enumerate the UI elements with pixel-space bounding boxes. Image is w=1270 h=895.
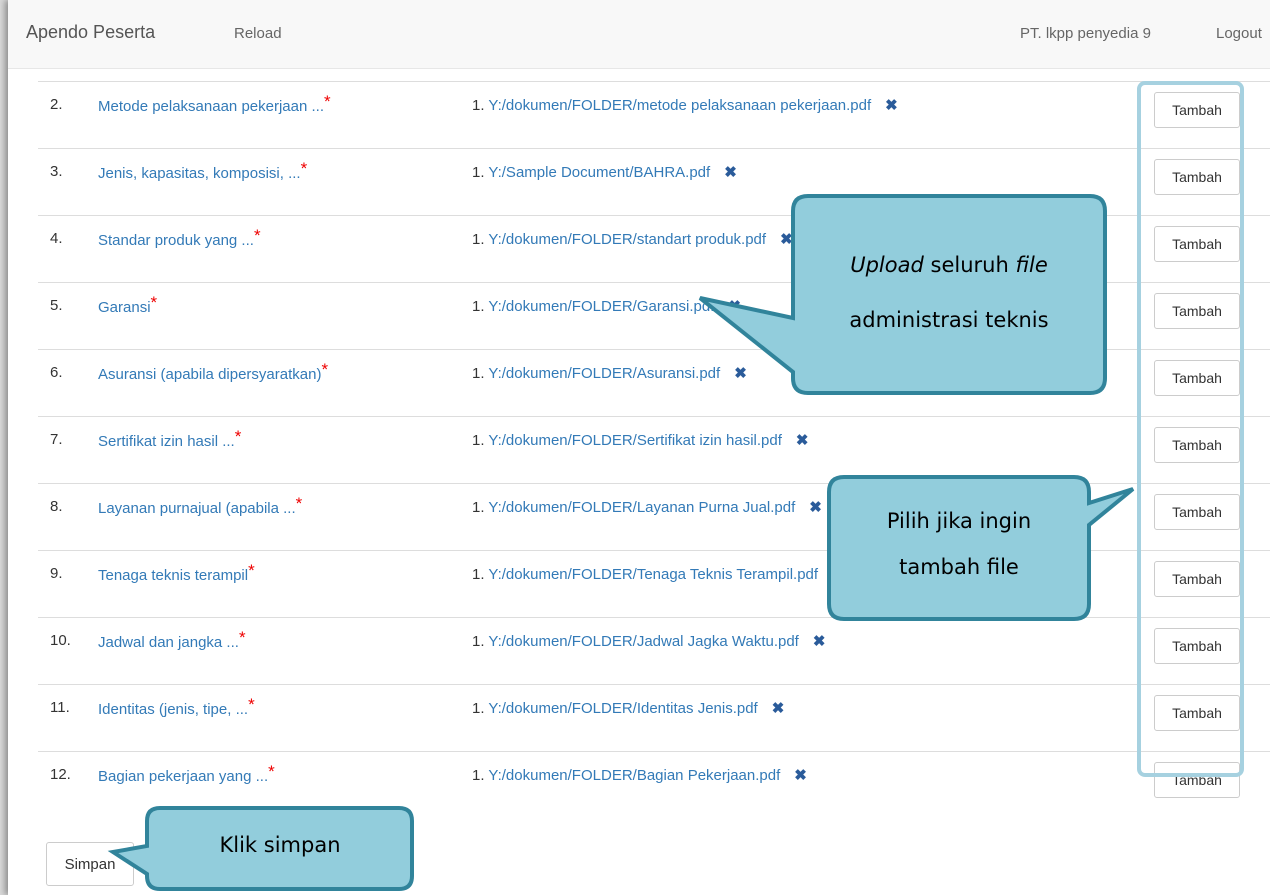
callout-upload-text: Upload seluruh file administrasi teknis [798, 238, 1100, 348]
callout-upload-em1: Upload [850, 253, 924, 277]
callout-add-line2: tambah file [899, 555, 1019, 579]
callout-shapes [107, 194, 1135, 891]
callout-upload-mid: seluruh [923, 253, 1016, 277]
callout-upload-em2: file [1015, 253, 1048, 277]
callout-add-line1: Pilih jika ingin [886, 509, 1032, 533]
callout-save-text: Klik simpan [150, 830, 410, 860]
callout-add-text: Pilih jika ingin tambah file [832, 498, 1086, 590]
callout-upload-line2: administrasi teknis [849, 308, 1049, 332]
callout-save-line: Klik simpan [219, 833, 341, 857]
